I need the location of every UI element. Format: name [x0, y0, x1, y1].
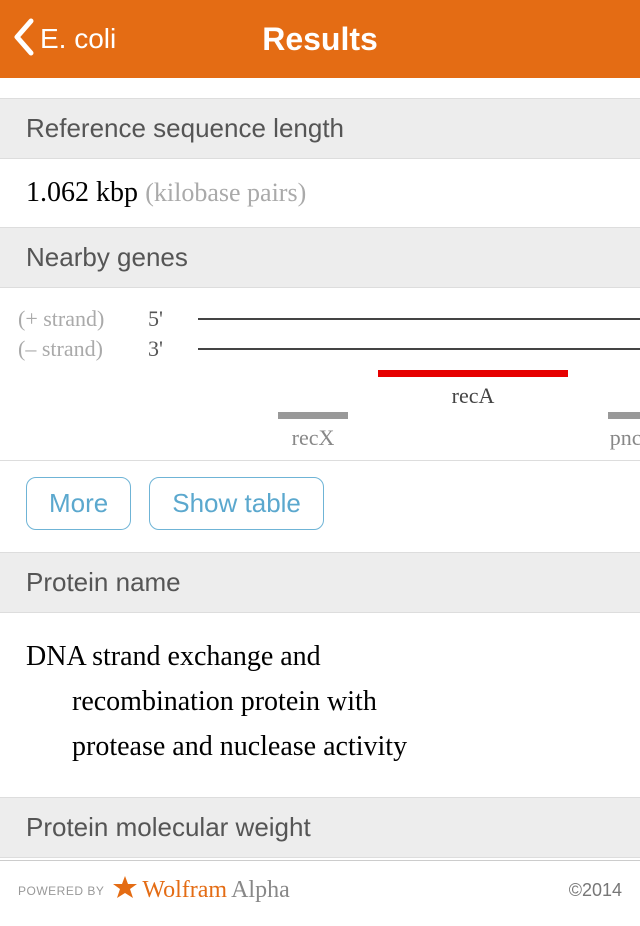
- protein-line1: DNA strand exchange and: [26, 641, 321, 672]
- section-header-nearby-genes: Nearby genes: [0, 227, 640, 288]
- section-header-protein-weight: Protein molecular weight: [0, 797, 640, 858]
- gene-recA-bar: [378, 370, 568, 377]
- gene-recX-bar: [278, 412, 348, 419]
- powered-by-group: POWERED BY WolframAlpha: [18, 875, 290, 906]
- ref-seq-unit: (kilobase pairs): [145, 178, 306, 207]
- back-button[interactable]: E. coli: [12, 18, 116, 61]
- three-prime-label: 3': [148, 336, 198, 362]
- section-header-protein-name: Protein name: [0, 552, 640, 613]
- more-button[interactable]: More: [26, 477, 131, 530]
- show-table-button[interactable]: Show table: [149, 477, 324, 530]
- back-label: E. coli: [40, 23, 116, 55]
- page-title: Results: [262, 21, 378, 58]
- app-header: E. coli Results: [0, 0, 640, 78]
- five-prime-label: 5': [148, 306, 198, 332]
- ref-seq-value: 1.062 kbp: [26, 177, 138, 208]
- section-header-ref-seq: Reference sequence length: [0, 98, 640, 159]
- wolfram-brand-sub: Alpha: [231, 877, 290, 904]
- gene-pncC-label: pncC: [608, 425, 640, 451]
- genes-action-row: More Show table: [0, 461, 640, 552]
- genes-track: recA recX pncC: [198, 370, 640, 460]
- genes-diagram: (+ strand) 5' (– strand) 3' recA recX pn…: [0, 288, 640, 461]
- minus-strand-row: (– strand) 3': [18, 334, 640, 364]
- plus-strand-label: (+ strand): [18, 306, 148, 332]
- copyright-label: ©2014: [569, 880, 622, 901]
- gene-pncC: pncC: [608, 412, 640, 451]
- powered-by-label: POWERED BY: [18, 884, 104, 898]
- footer: POWERED BY WolframAlpha ©2014: [0, 860, 640, 920]
- minus-strand-line: [198, 348, 640, 350]
- section-body-ref-seq: 1.062 kbp (kilobase pairs): [0, 159, 640, 227]
- gene-pncC-bar: [608, 412, 640, 419]
- plus-strand-line: [198, 318, 640, 320]
- wolfram-brand-main: Wolfram: [142, 877, 227, 904]
- gene-recX-label: recX: [278, 425, 348, 451]
- minus-strand-label: (– strand): [18, 336, 148, 362]
- wolfram-star-icon: [112, 875, 138, 906]
- protein-line2: recombination protein with: [26, 680, 614, 725]
- gene-recA: recA: [378, 370, 568, 409]
- plus-strand-row: (+ strand) 5': [18, 304, 640, 334]
- wolfram-logo[interactable]: WolframAlpha: [112, 875, 289, 906]
- chevron-left-icon: [12, 18, 34, 61]
- protein-line3: protease and nuclease activity: [26, 725, 614, 770]
- gene-recA-label: recA: [378, 383, 568, 409]
- gene-recX: recX: [278, 412, 348, 451]
- protein-name-value: DNA strand exchange and recombination pr…: [0, 613, 640, 797]
